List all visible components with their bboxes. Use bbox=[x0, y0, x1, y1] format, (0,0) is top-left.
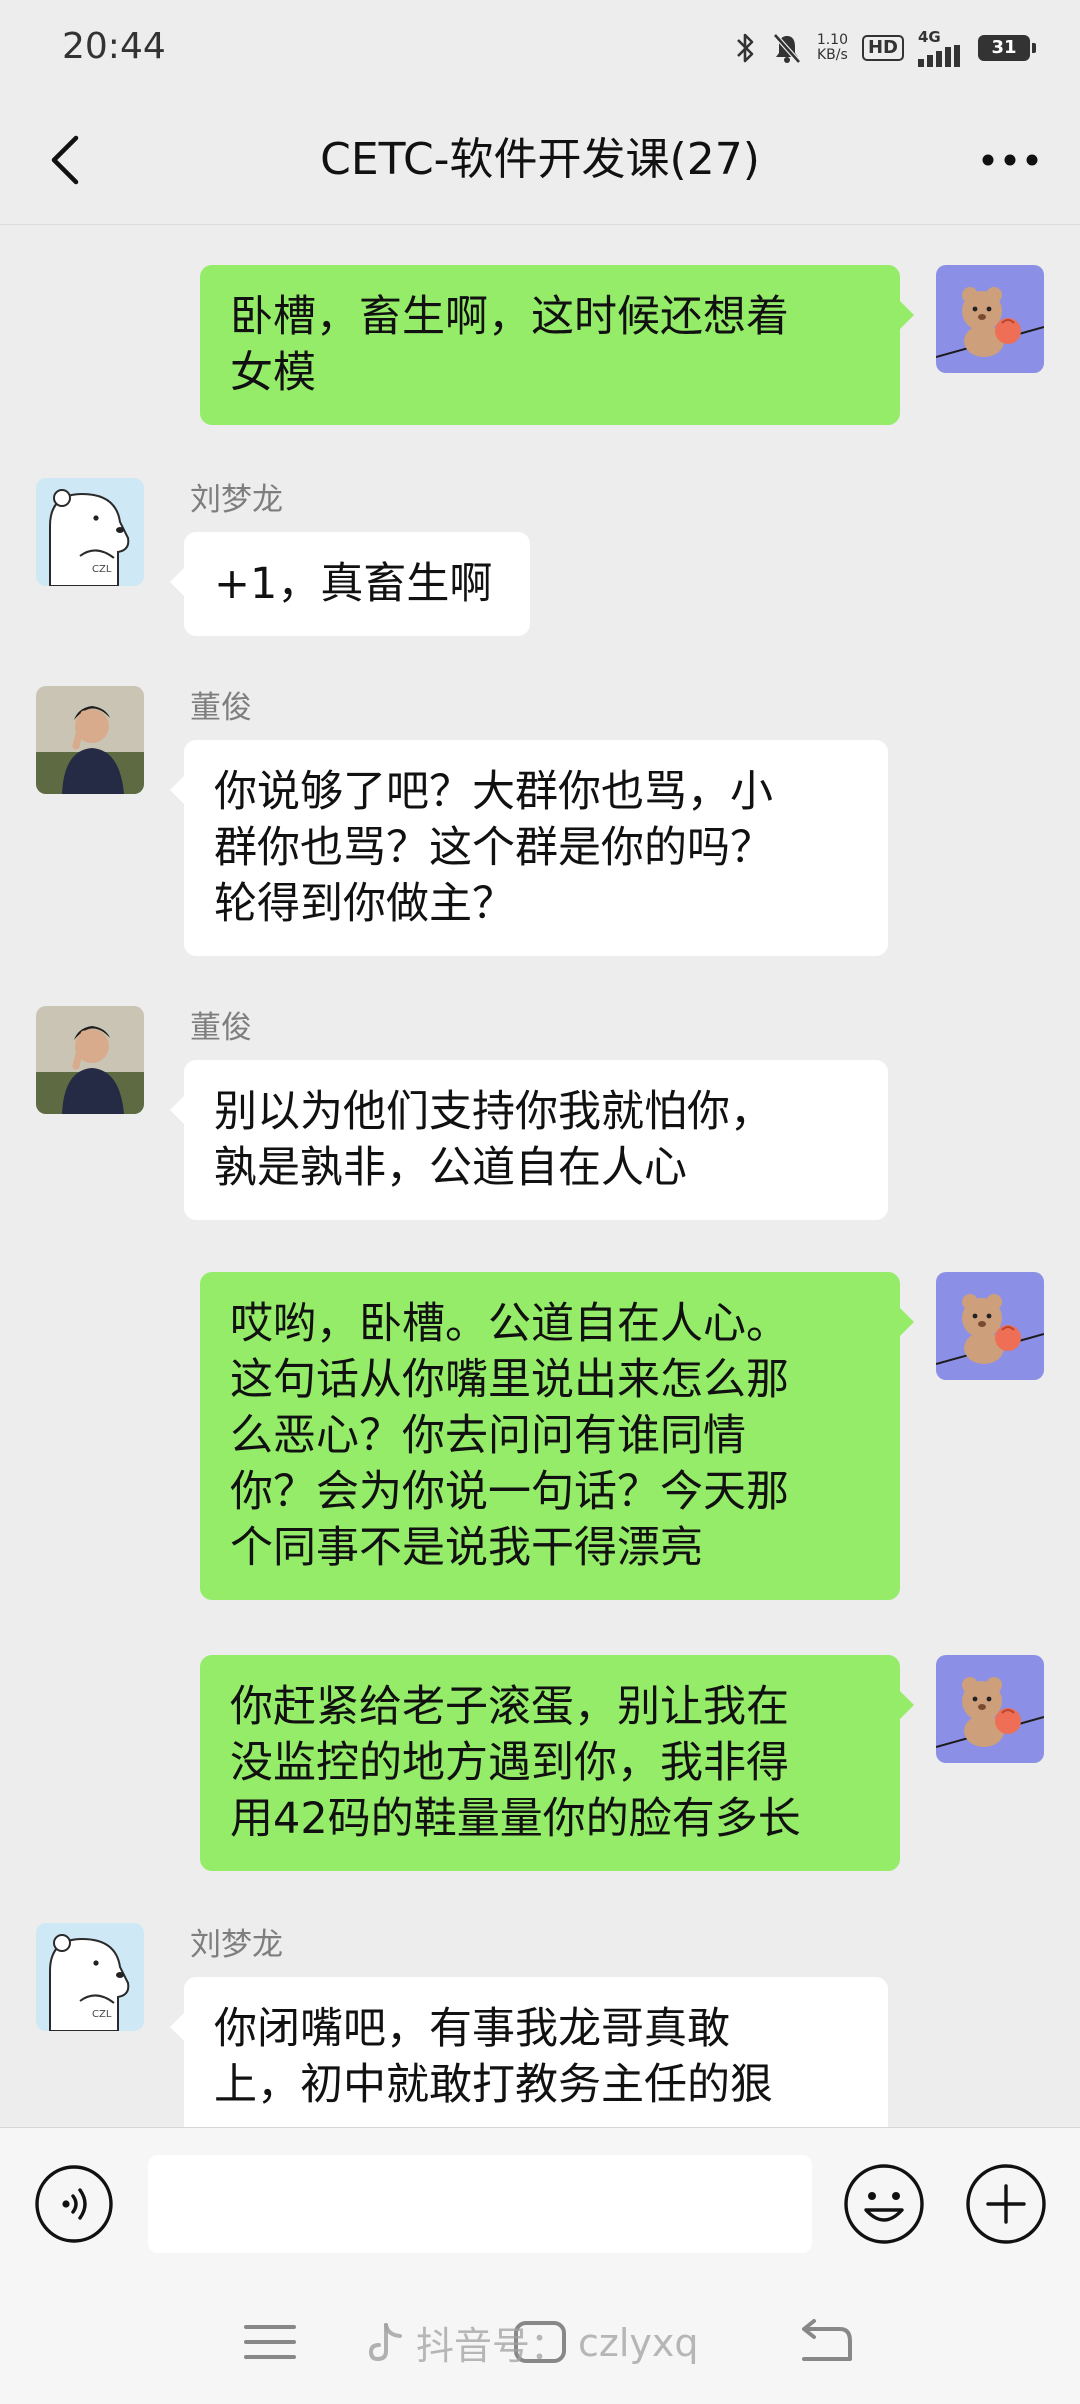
status-bar: 20:44 1.10 KB/s HD 4G 31 bbox=[0, 0, 1080, 96]
bear-avatar-icon bbox=[936, 1655, 1044, 1763]
sender-name: 董俊 bbox=[190, 690, 252, 726]
network-speed-unit: KB/s bbox=[817, 47, 848, 63]
person-avatar-icon bbox=[36, 1006, 144, 1114]
chat-header: CETC-软件开发课(27) bbox=[0, 96, 1080, 225]
sender-name: 董俊 bbox=[190, 1010, 252, 1046]
message-bubble[interactable]: 你说够了吧？大群你也骂，小 群你也骂？这个群是你的吗？ 轮得到你做主？ bbox=[170, 740, 888, 956]
system-back-button[interactable] bbox=[796, 2315, 856, 2369]
chat-message-list[interactable]: 卧槽，畜生啊，这时候还想着 女模 CZL 刘梦龙 +1，真畜生啊 董俊 你说够了… bbox=[0, 225, 1080, 2127]
back-button[interactable] bbox=[36, 128, 96, 192]
signal-icon bbox=[918, 44, 960, 67]
bear-avatar-icon bbox=[936, 1272, 1044, 1380]
message-text-input[interactable] bbox=[148, 2155, 812, 2253]
status-time: 20:44 bbox=[62, 26, 166, 67]
network-speed-value: 1.10 bbox=[816, 32, 848, 48]
more-functions-button[interactable] bbox=[964, 2162, 1048, 2246]
mute-bell-icon bbox=[772, 33, 801, 64]
message-bubble[interactable]: 哎哟，卧槽。公道自在人心。 这句话从你嘴里说出来怎么那 么恶心？你去问问有谁同情… bbox=[200, 1272, 914, 1600]
douyin-logo-icon bbox=[368, 2322, 402, 2361]
polar-bear-avatar-icon: CZL bbox=[36, 478, 144, 586]
battery-indicator: 31 bbox=[978, 35, 1036, 61]
avatar-self[interactable] bbox=[936, 1272, 1044, 1380]
sender-name: 刘梦龙 bbox=[190, 1927, 283, 1963]
hd-badge: HD bbox=[861, 35, 904, 61]
message-input-bar bbox=[0, 2127, 1080, 2280]
recent-apps-button[interactable] bbox=[240, 2317, 300, 2367]
avatar-sender[interactable]: CZL bbox=[36, 478, 144, 586]
message-bubble[interactable]: 你赶紧给老子滚蛋，别让我在 没监控的地方遇到你，我非得 用42码的鞋量量你的脸有… bbox=[200, 1655, 914, 1871]
network-speed: 1.10 KB/s bbox=[817, 33, 848, 63]
status-icons: 1.10 KB/s HD 4G 31 bbox=[733, 27, 1036, 68]
emoji-button[interactable] bbox=[842, 2162, 926, 2246]
bear-avatar-icon bbox=[936, 265, 1044, 373]
message-bubble[interactable]: 你闭嘴吧，有事我龙哥真敢 上，初中就敢打教务主任的狠 bbox=[170, 1977, 888, 2127]
message-bubble[interactable]: +1，真畜生啊 bbox=[170, 532, 530, 636]
sender-name: 刘梦龙 bbox=[190, 482, 283, 518]
cellular-signal: 4G bbox=[918, 27, 964, 67]
network-type: 4G bbox=[918, 27, 941, 46]
person-avatar-icon bbox=[36, 686, 144, 794]
message-bubble[interactable]: 卧槽，畜生啊，这时候还想着 女模 bbox=[200, 265, 914, 425]
bluetooth-icon bbox=[736, 33, 754, 63]
watermark-app: 抖音号： bbox=[416, 2324, 569, 2368]
system-navigation-bar: 抖音号： czlyxq bbox=[0, 2279, 1080, 2404]
avatar-self[interactable] bbox=[936, 265, 1044, 373]
watermark-handle: czlyxq bbox=[578, 2320, 699, 2365]
more-options-button[interactable] bbox=[974, 132, 1046, 188]
voice-input-button[interactable] bbox=[34, 2164, 114, 2244]
chat-title: CETC-软件开发课(27) bbox=[320, 134, 760, 185]
avatar-self[interactable] bbox=[936, 1655, 1044, 1763]
avatar-sender[interactable]: CZL bbox=[36, 1923, 144, 2031]
avatar-sender[interactable] bbox=[36, 1006, 144, 1114]
polar-bear-avatar-icon: CZL bbox=[36, 1923, 144, 2031]
svg-text:CZL: CZL bbox=[92, 2009, 112, 2020]
watermark: 抖音号： czlyxq bbox=[366, 2315, 699, 2370]
avatar-sender[interactable] bbox=[36, 686, 144, 794]
svg-text:CZL: CZL bbox=[92, 564, 112, 575]
message-bubble[interactable]: 别以为他们支持你我就怕你， 孰是孰非，公道自在人心 bbox=[170, 1060, 888, 1220]
